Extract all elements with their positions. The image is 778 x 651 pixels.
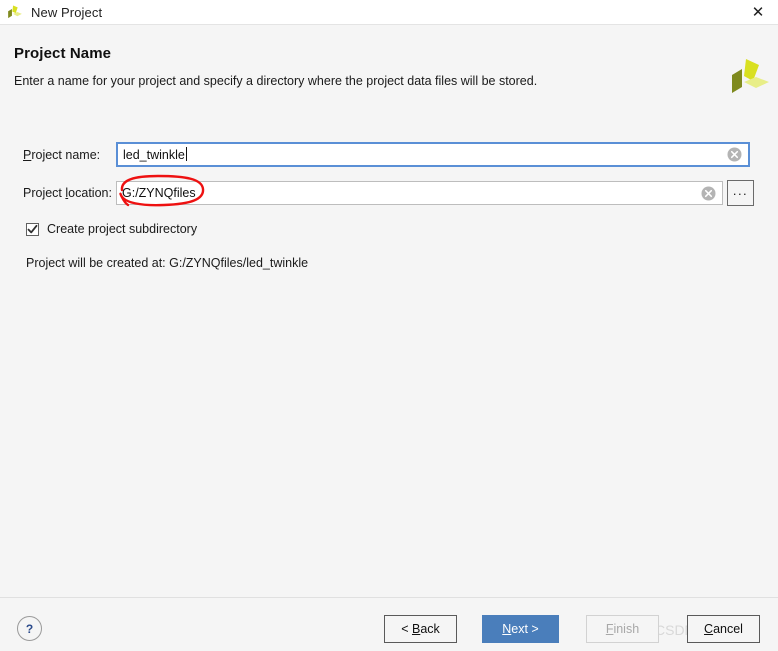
browse-button[interactable]: ... bbox=[727, 180, 754, 206]
clear-circle-icon[interactable] bbox=[727, 147, 742, 162]
cancel-button[interactable]: Cancel bbox=[687, 615, 760, 643]
created-at-text: Project will be created at: G:/ZYNQfiles… bbox=[26, 256, 309, 270]
next-button[interactable]: Next > bbox=[482, 615, 559, 643]
project-name-input[interactable]: led_twinkle bbox=[116, 142, 750, 167]
title-bar: New Project ✕ bbox=[0, 0, 778, 25]
create-subdirectory-checkbox[interactable] bbox=[26, 222, 39, 236]
page-subtitle: Enter a name for your project and specif… bbox=[14, 74, 538, 88]
project-location-label-text: Project bbox=[23, 186, 66, 200]
page-title: Project Name bbox=[14, 45, 112, 62]
project-location-input[interactable]: G:/ZYNQfiles bbox=[116, 181, 723, 205]
checkmark-icon bbox=[27, 224, 38, 233]
window-title: New Project bbox=[31, 4, 103, 20]
new-project-dialog: New Project ✕ Project Name Enter a name … bbox=[0, 0, 778, 651]
project-location-label: Project location: bbox=[23, 186, 112, 200]
clear-circle-icon[interactable] bbox=[701, 186, 716, 201]
project-name-label: Project name: bbox=[23, 148, 101, 162]
help-question-icon[interactable]: ? bbox=[17, 616, 42, 641]
project-name-value: led_twinkle bbox=[123, 147, 187, 162]
vivado-logo-icon bbox=[7, 4, 23, 20]
project-location-value: G:/ZYNQfiles bbox=[122, 186, 196, 200]
create-subdirectory-label: Create project subdirectory bbox=[47, 222, 198, 236]
project-name-label-text: roject name: bbox=[31, 148, 101, 162]
close-icon[interactable]: ✕ bbox=[738, 0, 778, 24]
back-button[interactable]: < Back bbox=[384, 615, 457, 643]
create-subdirectory-checkbox-row[interactable]: Create project subdirectory bbox=[26, 222, 197, 236]
footer-separator bbox=[0, 597, 778, 598]
text-caret bbox=[185, 147, 187, 161]
vivado-logo-icon bbox=[729, 57, 771, 99]
finish-button: Finish bbox=[586, 615, 659, 643]
